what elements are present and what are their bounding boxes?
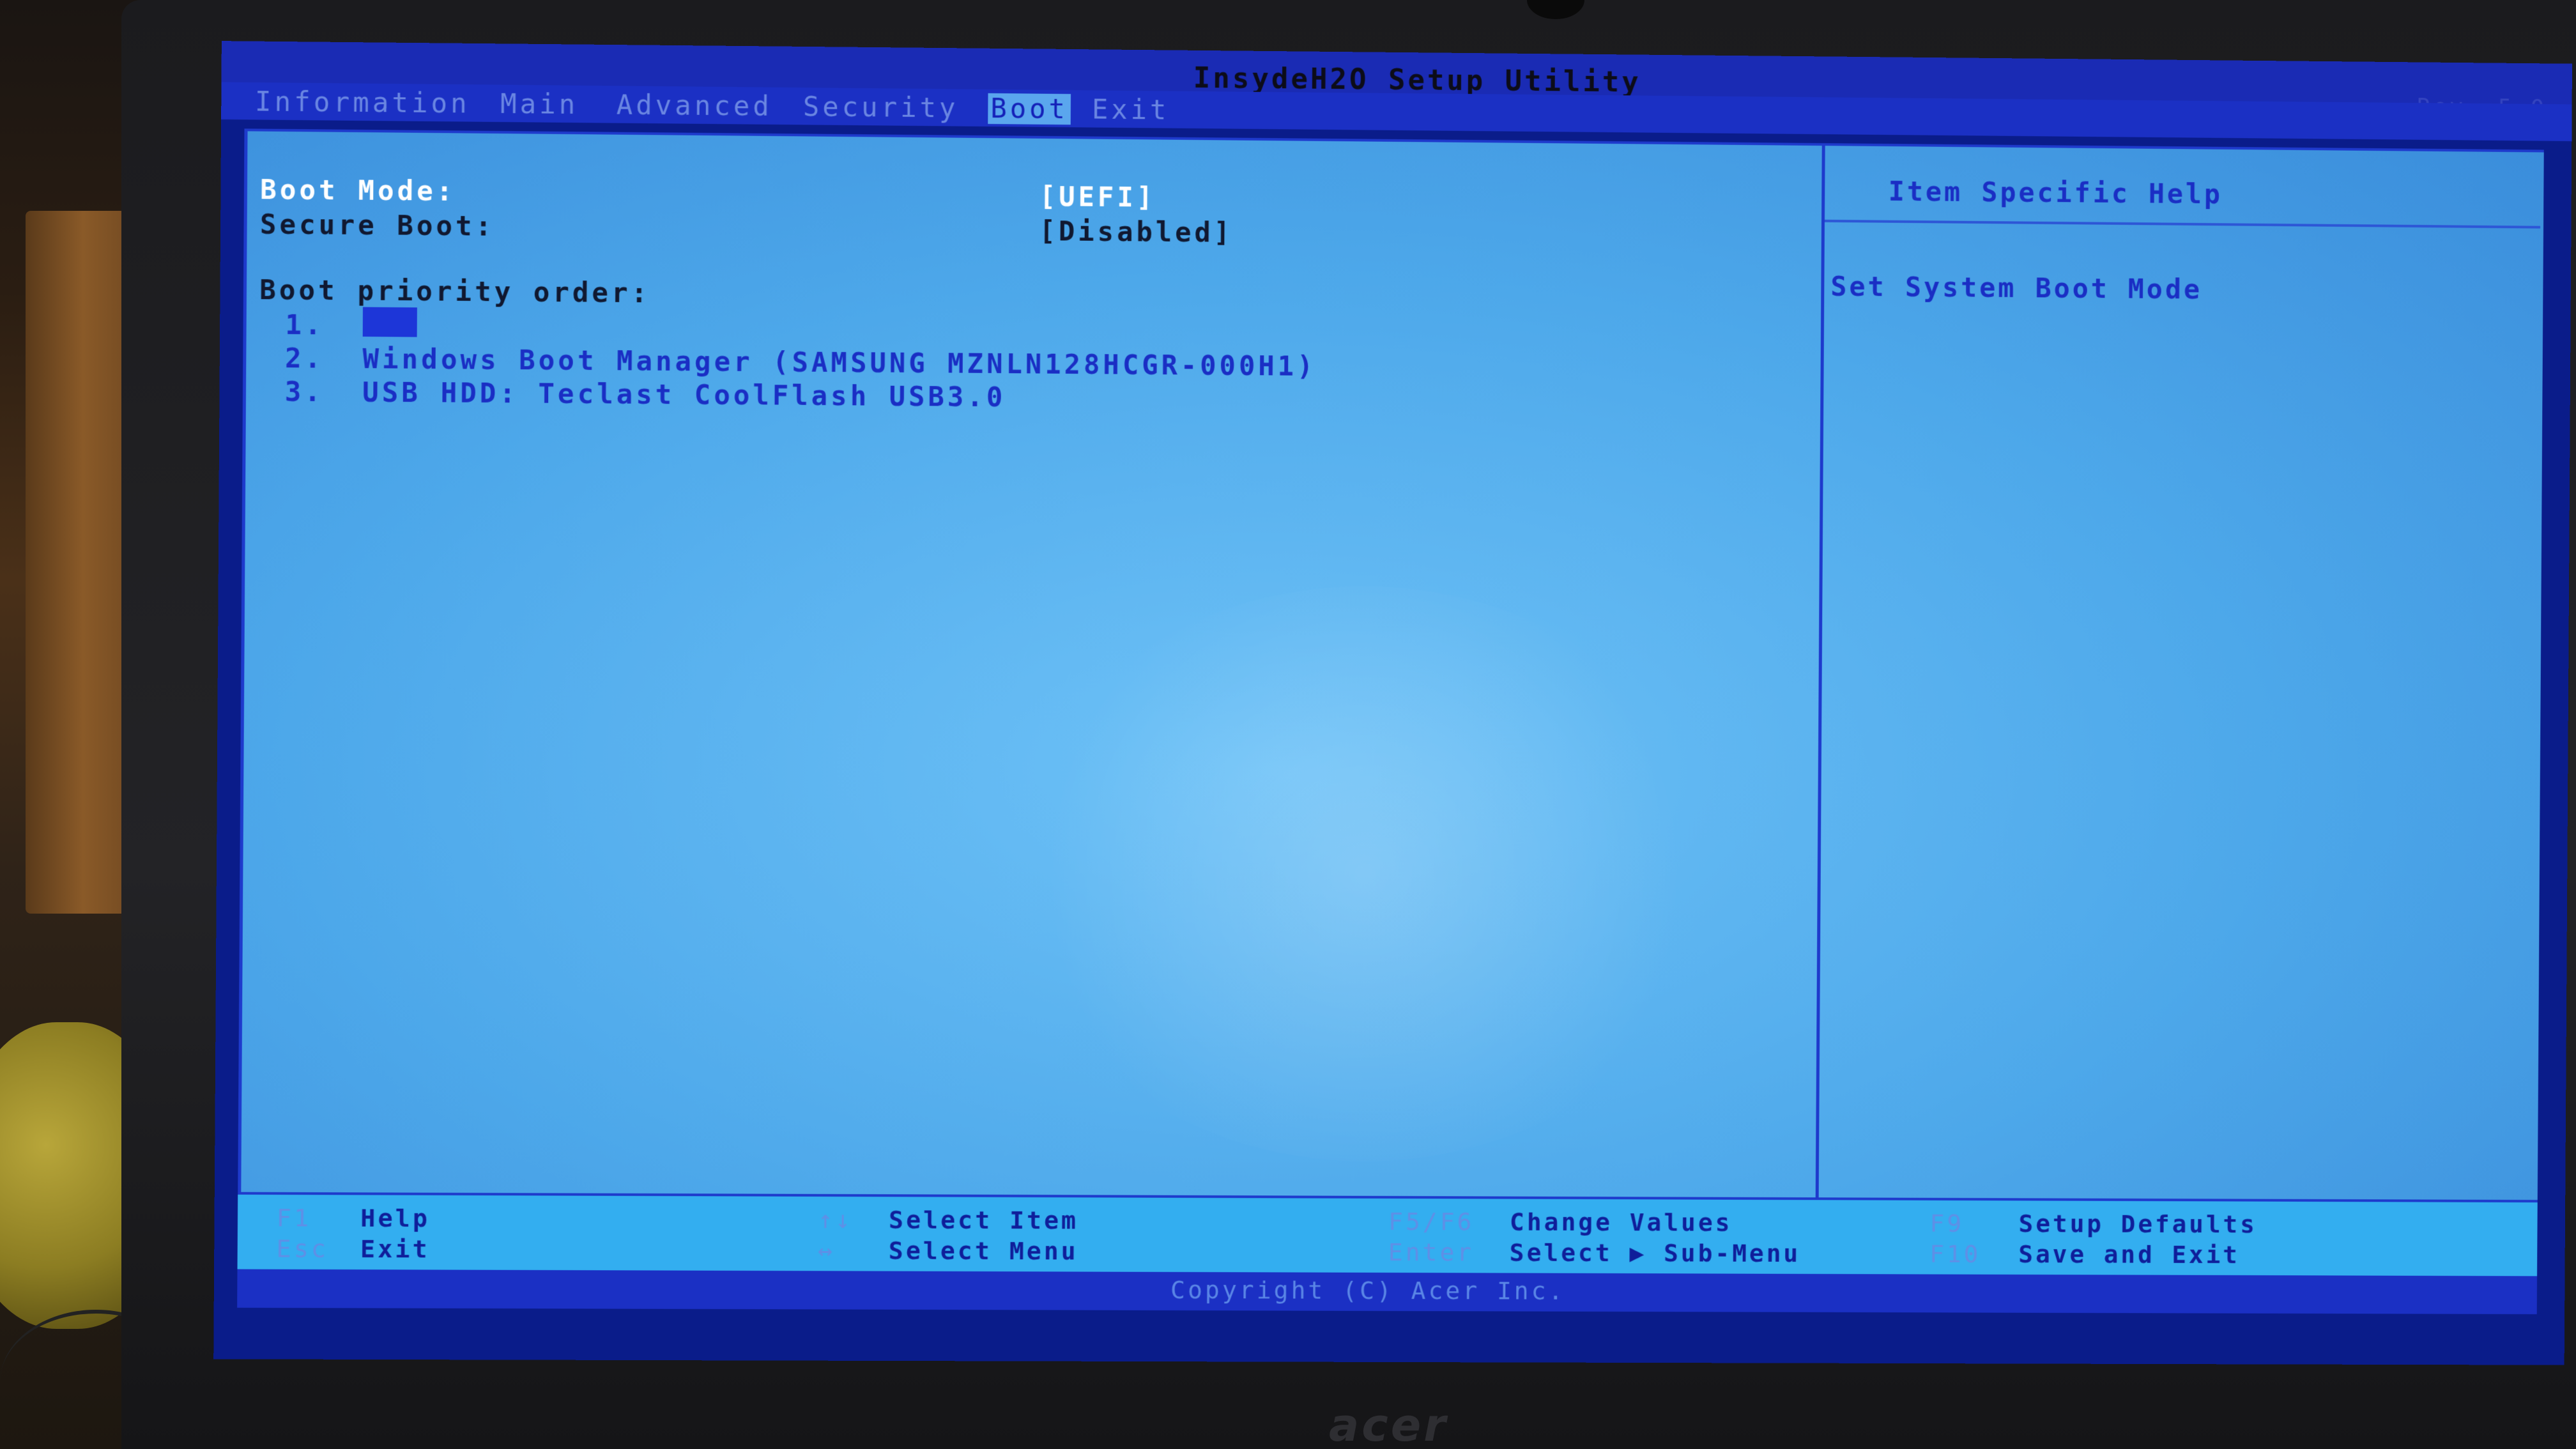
boot-item-2-name[interactable]: Windows Boot Manager (SAMSUNG MZNLN128HC… [362,343,1316,382]
content-area: Boot Mode: [UEFI] Secure Boot: [Disabled… [237,128,2544,1293]
boot-item-1-selection[interactable] [362,307,417,337]
help-title: Item Specific Help [1888,175,2223,210]
settings-panel: Boot Mode: [UEFI] Secure Boot: [Disabled… [237,128,1825,1246]
key-legend: F1 Help Esc Exit ↑↓ Select Item ↔ Select… [237,1192,2538,1279]
key-f5f6-desc: Change Values [1509,1208,1733,1237]
tab-advanced[interactable]: Advanced [608,89,780,122]
tab-information[interactable]: Information [247,86,478,119]
key-esc: Esc [276,1234,329,1263]
help-text: Set System Boot Mode [1830,270,2203,305]
webcam [1527,0,1584,19]
key-f10: F10 [1929,1239,1981,1268]
tab-boot[interactable]: Boot [988,93,1071,125]
key-enter: Enter [1388,1238,1475,1267]
secure-boot-value[interactable]: [Disabled] [1039,215,1233,249]
key-f9: F9 [1929,1209,1965,1238]
key-f1: F1 [276,1204,312,1232]
key-f9-desc: Setup Defaults [2018,1209,2257,1239]
secure-boot-label[interactable]: Secure Boot: [260,208,495,241]
key-enter-desc: Select ▶ Sub-Menu [1509,1238,1801,1268]
key-f10-desc: Save and Exit [2018,1240,2240,1269]
boot-priority-heading: Boot priority order: [259,273,651,309]
boot-item-3-name[interactable]: USB HDD: Teclast CoolFlash USB3.0 [362,376,1006,413]
boot-item-number: 2. [284,342,325,374]
boot-mode-label[interactable]: Boot Mode: [260,174,456,207]
copyright-text: Copyright (C) Acer Inc. [1170,1275,1566,1305]
boot-item-number: 3. [284,376,325,408]
key-leftright: ↔ [817,1236,836,1265]
help-title-row: Item Specific Help [1824,143,2541,229]
key-leftright-desc: Select Menu [888,1236,1078,1266]
copyright-bar: Copyright (C) Acer Inc. [237,1269,2538,1315]
tab-security[interactable]: Security [795,91,967,124]
acer-logo: acer [1329,1399,1448,1449]
boot-item-number: 1. [285,309,325,341]
key-f1-desc: Help [360,1204,431,1233]
key-f5f6: F5/F6 [1388,1207,1475,1236]
key-esc-desc: Exit [360,1234,430,1264]
key-updown-desc: Select Item [888,1206,1079,1235]
bios-screen: InsydeH2O Setup Utility Rev. 5.0 Informa… [213,41,2573,1365]
help-panel: Item Specific Help Set System Boot Mode [1815,143,2541,1248]
key-updown: ↑↓ [818,1205,853,1234]
tab-exit[interactable]: Exit [1084,93,1177,125]
boot-mode-value[interactable]: [UEFI] [1039,181,1156,213]
tab-main[interactable]: Main [493,88,586,121]
